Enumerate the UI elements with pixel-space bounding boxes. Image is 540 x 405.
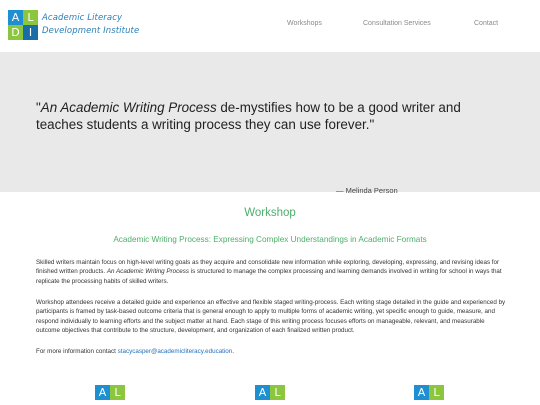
brand-name[interactable]: Academic Literacy Development Institute [42,12,139,38]
mini-logo-letter: L [110,385,125,400]
footer-logo-1[interactable]: A L [95,385,125,405]
intro-title-em: An Academic Writing Process [106,268,189,276]
quote-attribution: — Melinda Person [336,186,398,195]
logo-letter-d: D [8,25,23,40]
mini-logo-letter: L [429,385,444,400]
hero-quote: "An Academic Writing Process de-mystifie… [36,99,506,133]
contact-suffix: . [232,348,235,355]
hero-banner: "An Academic Writing Process de-mystifie… [0,52,540,195]
logo-letter-i: I [23,25,38,40]
mini-logo-letter: A [414,385,429,400]
site-header: A L D I Academic Literacy Development In… [0,0,540,52]
footer-logo-2[interactable]: A L [255,385,285,405]
nav-workshops-link[interactable]: Workshops [287,20,322,27]
aldi-logo[interactable]: A L D I [8,10,38,40]
intro-paragraph: Skilled writers maintain focus on high-l… [36,258,506,286]
workshop-subtitle: Academic Writing Process: Expressing Com… [113,235,427,244]
contact-prefix: For more information contact [36,348,118,355]
brand-line-2: Development Institute [42,26,140,36]
mini-logo-letter: A [255,385,270,400]
nav-consultation-services-link[interactable]: Consultation Services [363,20,431,27]
mini-logo-letter: L [270,385,285,400]
contact-paragraph: For more information contact stacycasper… [36,347,506,356]
quote-title: An Academic Writing Process [40,100,217,115]
logo-letter-a: A [8,10,23,25]
brand-line-1: Academic Literacy [42,13,123,23]
section-title: Workshop [244,207,296,219]
nav-contact-link[interactable]: Contact [474,20,498,27]
logo-letter-l: L [23,10,38,25]
mini-logo-letter: A [95,385,110,400]
footer-logo-3[interactable]: A L [414,385,444,405]
contact-email-link[interactable]: stacycasper@academicliteracy.education [118,348,233,355]
workshop-paragraph: Workshop attendees receive a detailed gu… [36,299,506,335]
